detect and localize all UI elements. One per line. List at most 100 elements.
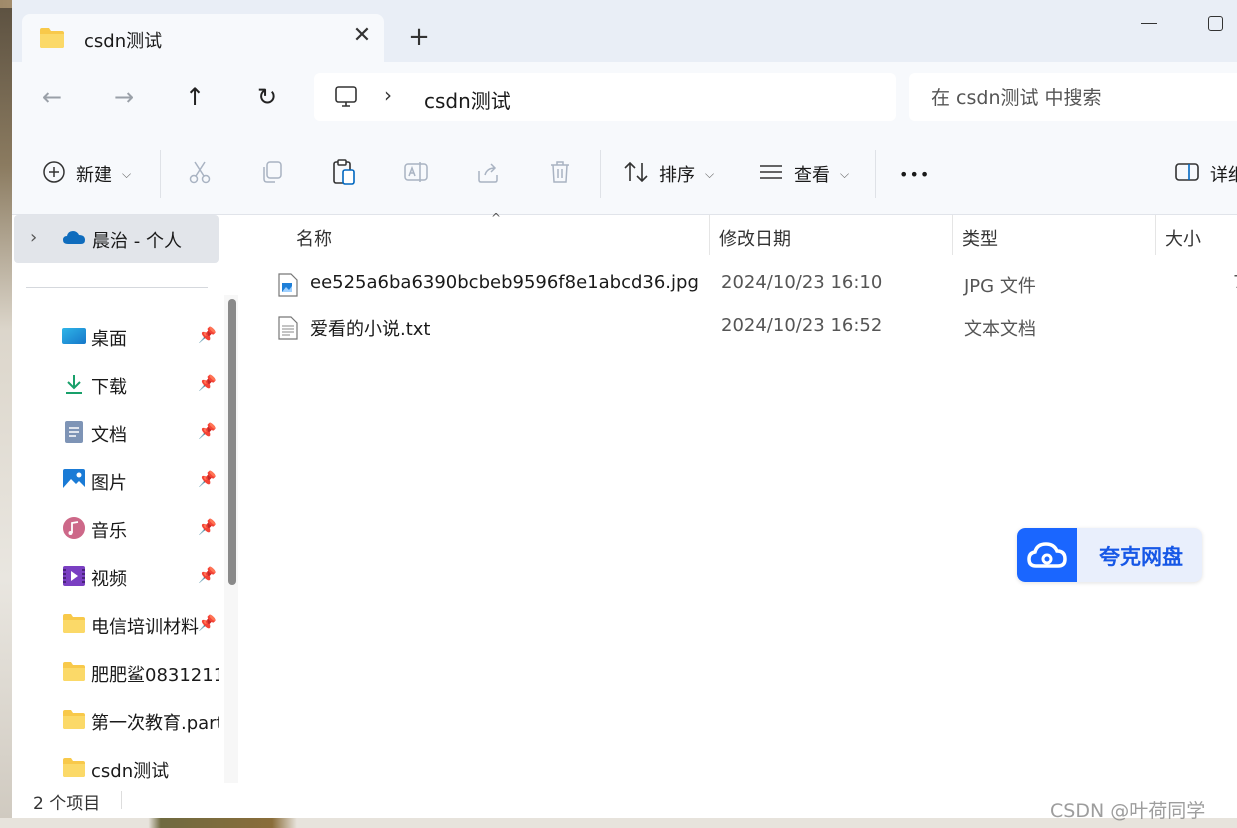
breadcrumb-current[interactable]: csdn测试 <box>424 85 511 114</box>
details-label: 详细 <box>1210 165 1237 186</box>
item-count: 2 个项目 <box>33 794 101 814</box>
title-bar: csdn测试 ✕ + <box>12 0 1237 62</box>
chevron-down-icon: ⌵ <box>705 166 715 181</box>
sidebar-item-videos[interactable]: 视频 📌 <box>12 556 227 596</box>
file-type: 文本文档 <box>964 319 1036 340</box>
copy-button[interactable] <box>259 156 285 192</box>
close-icon[interactable]: ✕ <box>350 24 374 48</box>
file-name: ee525a6ba6390bcbeb9596f8e1abcd36.jpg <box>310 272 699 293</box>
column-header-type[interactable]: 类型 <box>962 225 998 251</box>
download-icon <box>62 372 86 396</box>
column-divider[interactable] <box>952 215 953 255</box>
rename-button[interactable] <box>403 156 429 192</box>
column-header-modified[interactable]: 修改日期 <box>719 225 791 251</box>
up-button[interactable]: ↑ <box>180 82 210 112</box>
search-box[interactable] <box>909 73 1237 121</box>
pin-icon: 📌 <box>198 422 217 440</box>
scissors-icon <box>187 159 213 190</box>
column-divider[interactable] <box>1155 215 1156 255</box>
expand-chevron-icon[interactable]: › <box>30 227 37 248</box>
refresh-button[interactable]: ↻ <box>252 82 282 112</box>
address-bar[interactable]: › csdn测试 <box>314 73 896 121</box>
back-button[interactable]: ← <box>37 82 67 112</box>
delete-button[interactable] <box>547 156 573 192</box>
sidebar-item-downloads[interactable]: 下载 📌 <box>12 364 227 404</box>
column-header-name[interactable]: 名称 <box>296 225 332 251</box>
file-size: 7 <box>1233 272 1237 293</box>
search-input[interactable] <box>929 83 1223 113</box>
quark-label: 夸克网盘 <box>1099 545 1183 569</box>
sidebar-item-documents[interactable]: 文档 📌 <box>12 412 227 452</box>
details-pane-icon <box>1174 161 1200 188</box>
toolbar-divider <box>600 150 601 198</box>
sidebar-item-folder[interactable]: 肥肥鲨0831211 <box>12 652 227 692</box>
sidebar-item-csdn[interactable]: csdn测试 <box>12 748 227 788</box>
sort-indicator-icon: ^ <box>491 211 502 225</box>
folder-icon <box>62 612 86 636</box>
navigation-bar: ← → ↑ ↻ › csdn测试 <box>12 62 1237 132</box>
column-divider[interactable] <box>709 215 710 255</box>
sidebar-scrollbar-thumb[interactable] <box>228 299 236 585</box>
navigation-pane: › 晨治 - 个人 桌面 📌 下载 📌 文档 📌 图片 📌 音乐 📌 视频 📌 … <box>12 215 248 783</box>
copy-icon <box>259 159 285 190</box>
sidebar-item-label: csdn测试 <box>91 761 170 782</box>
sidebar-item-onedrive[interactable]: › 晨治 - 个人 <box>14 215 219 263</box>
folder-icon <box>62 660 86 684</box>
sidebar-item-music[interactable]: 音乐 📌 <box>12 508 227 548</box>
document-icon <box>62 420 86 444</box>
folder-icon <box>39 27 65 54</box>
file-row[interactable]: ee525a6ba6390bcbeb9596f8e1abcd36.jpg 202… <box>278 264 1237 304</box>
sidebar-item-desktop[interactable]: 桌面 📌 <box>12 316 227 356</box>
toolbar-divider <box>160 150 161 198</box>
new-button[interactable]: 新建 ⌵ <box>42 156 131 192</box>
file-explorer-window: csdn测试 ✕ + ← → ↑ ↻ › csdn测试 新建 ⌵ <box>12 0 1237 818</box>
file-row[interactable]: 爱看的小说.txt 2024/10/23 16:52 文本文档 <box>278 307 1237 347</box>
sidebar-item-folder[interactable]: 电信培训材料 📌 <box>12 604 227 644</box>
sidebar-item-pictures[interactable]: 图片 📌 <box>12 460 227 500</box>
music-icon <box>62 516 86 540</box>
view-lines-icon <box>758 162 784 187</box>
chevron-down-icon: ⌵ <box>122 166 132 181</box>
sidebar-item-label: 肥肥鲨0831211 <box>91 665 219 686</box>
cut-button[interactable] <box>187 156 213 192</box>
trash-icon <box>547 159 573 190</box>
onedrive-label: 晨治 - 个人 <box>92 231 182 252</box>
forward-button[interactable]: → <box>109 82 139 112</box>
breadcrumb-chevron-icon[interactable]: › <box>384 83 392 107</box>
sidebar-item-label: 第一次教育.part <box>91 713 219 734</box>
video-icon <box>62 564 86 588</box>
onedrive-cloud-icon <box>62 229 86 250</box>
pin-icon: 📌 <box>198 374 217 392</box>
chevron-down-icon: ⌵ <box>840 166 850 181</box>
file-list: ^ 名称 修改日期 类型 大小 ee525a6ba6390bcbeb9596f8… <box>248 211 1237 783</box>
new-tab-button[interactable]: + <box>404 22 434 52</box>
desktop-icon <box>62 324 86 348</box>
share-button[interactable] <box>475 156 501 192</box>
paste-button[interactable] <box>331 156 357 192</box>
view-button[interactable]: 查看 ⌵ <box>758 156 849 192</box>
clipboard-icon <box>331 158 357 191</box>
toolbar-divider <box>875 150 876 198</box>
more-options-button[interactable]: ••• <box>899 156 930 192</box>
file-type: JPG 文件 <box>964 276 1036 297</box>
pictures-icon <box>62 468 86 492</box>
file-modified: 2024/10/23 16:52 <box>721 315 883 336</box>
watermark: CSDN @叶荷同学 <box>1050 800 1206 822</box>
maximize-button[interactable] <box>1208 16 1223 31</box>
pin-icon: 📌 <box>198 470 217 488</box>
pin-icon: 📌 <box>198 566 217 584</box>
sort-button[interactable]: 排序 ⌵ <box>623 156 714 192</box>
rename-icon <box>403 159 429 190</box>
jpg-file-icon <box>278 273 298 302</box>
folder-icon <box>62 708 86 732</box>
details-pane-button[interactable]: 详细 <box>1174 156 1237 192</box>
tab-csdn[interactable]: csdn测试 ✕ <box>22 14 384 62</box>
quark-drive-widget[interactable]: 夸克网盘 <box>1017 528 1202 582</box>
sort-label: 排序 <box>659 165 695 186</box>
command-bar: 新建 ⌵ 排序 ⌵ 查看 ⌵ ••• 详 <box>12 132 1237 215</box>
sidebar-item-folder[interactable]: 第一次教育.part <box>12 700 227 740</box>
minimize-button[interactable] <box>1136 10 1166 34</box>
status-divider <box>121 791 122 809</box>
column-header-size[interactable]: 大小 <box>1165 225 1201 251</box>
new-label: 新建 <box>76 165 112 186</box>
